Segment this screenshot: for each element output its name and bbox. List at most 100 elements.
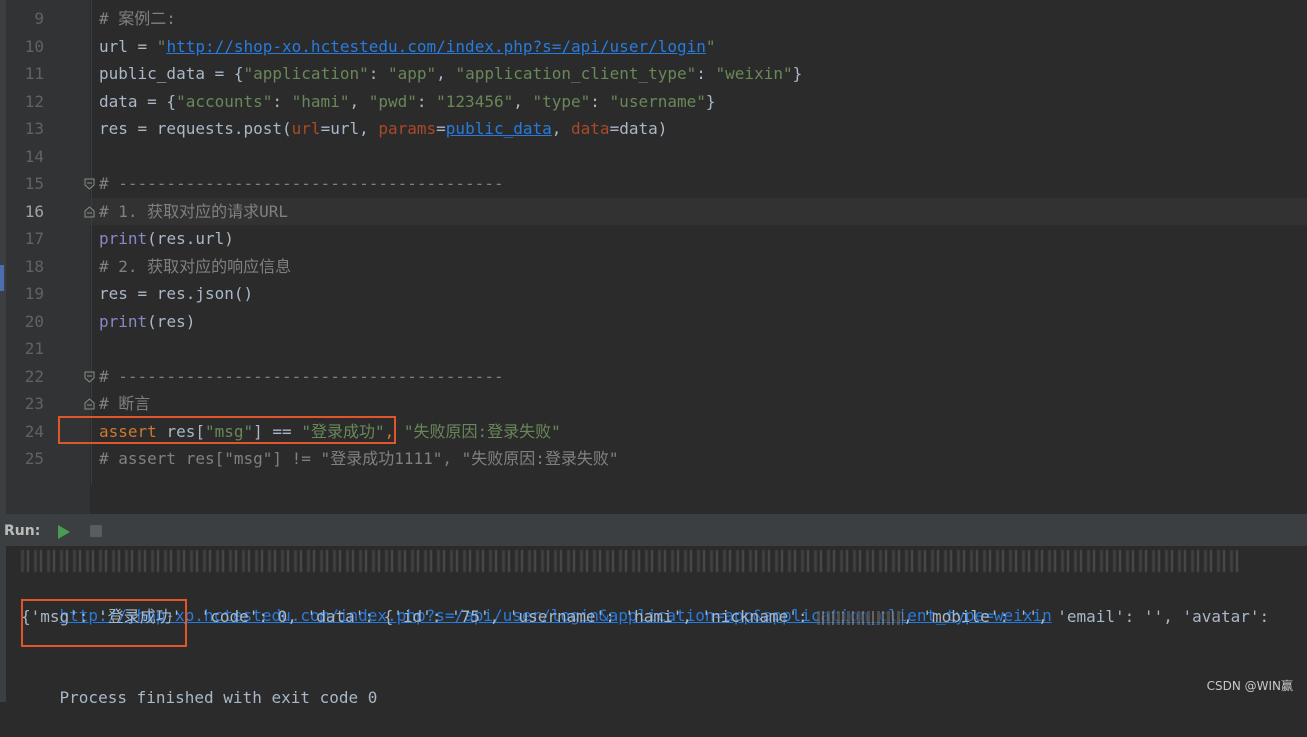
code-token: " bbox=[705, 36, 716, 56]
run-label: Run: bbox=[4, 523, 41, 539]
code-token: # --------------------------------------… bbox=[99, 174, 504, 193]
code-token[interactable]: public_data bbox=[446, 119, 552, 138]
code-token: data bbox=[571, 119, 610, 138]
csdn-watermark: CSDN @WIN赢 bbox=[1206, 679, 1293, 693]
code-token: : bbox=[416, 91, 437, 111]
line-number: 10 bbox=[24, 36, 44, 56]
code-token: (res) bbox=[147, 311, 196, 331]
code-line[interactable]: # 案例二: bbox=[99, 5, 176, 33]
line-number: 16 bbox=[24, 201, 44, 221]
code-token: params bbox=[378, 119, 437, 138]
stop-icon[interactable] bbox=[90, 525, 102, 537]
code-token: "pwd" bbox=[368, 91, 417, 111]
code-token: : bbox=[368, 64, 388, 83]
console-gutter bbox=[0, 546, 6, 702]
code-token: "application" bbox=[243, 64, 369, 83]
code-token: , bbox=[513, 91, 533, 111]
code-line[interactable]: # --------------------------------------… bbox=[99, 363, 504, 391]
code-token: =url, bbox=[320, 119, 379, 138]
line-number: 19 bbox=[24, 284, 44, 303]
code-token: "失败原因:登录失败" bbox=[403, 421, 561, 441]
code-token: " bbox=[156, 36, 167, 56]
code-line[interactable]: # 2. 获取对应的响应信息 bbox=[99, 253, 291, 281]
code-line[interactable]: public_data = {"application": "app", "ap… bbox=[99, 60, 802, 88]
code-token: # 断言 bbox=[99, 394, 151, 413]
line-number: 20 bbox=[24, 311, 44, 331]
code-token: (res.url) bbox=[147, 229, 234, 248]
code-token: "application_client_type" bbox=[455, 64, 697, 83]
line-number: 17 bbox=[24, 229, 44, 248]
code-token: , bbox=[551, 119, 572, 138]
code-token: # 1. 获取对应的请求URL bbox=[99, 201, 289, 221]
code-token: # assert res["msg"] != "登录成功1111", "失败原因… bbox=[99, 449, 619, 468]
code-token: res = res.json() bbox=[99, 284, 254, 303]
code-token: : bbox=[590, 91, 610, 111]
code-token: "type" bbox=[532, 91, 591, 111]
code-token: "123456" bbox=[436, 91, 514, 111]
code-token: url = bbox=[99, 36, 157, 56]
play-icon[interactable] bbox=[56, 523, 72, 541]
line-number: 24 bbox=[24, 421, 44, 441]
code-token: # 2. 获取对应的响应信息 bbox=[99, 256, 292, 276]
code-token: print bbox=[99, 311, 148, 331]
line-number: 13 bbox=[24, 119, 44, 138]
code-token: "accounts" bbox=[176, 91, 273, 111]
code-line[interactable]: url = "http://shop-xo.hctestedu.com/inde… bbox=[99, 33, 716, 61]
console-json-tail: , 'mobile': '', 'email': '', 'avatar': bbox=[903, 607, 1270, 626]
fold-open-icon[interactable] bbox=[84, 178, 95, 190]
code-token: # 案例二: bbox=[99, 9, 176, 28]
redacted-command-line bbox=[21, 550, 1241, 572]
console-exit-line: Process finished with exit code 0 bbox=[21, 659, 378, 707]
code-token: data = { bbox=[99, 91, 177, 111]
run-toolbar: Run: bbox=[0, 518, 1307, 546]
fold-open-icon[interactable] bbox=[84, 371, 95, 383]
highlight-box-msg bbox=[21, 599, 187, 647]
code-token: : bbox=[272, 91, 292, 111]
code-line[interactable]: print(res.url) bbox=[99, 225, 234, 253]
code-line[interactable]: # 断言 bbox=[99, 390, 150, 418]
code-token: "app" bbox=[388, 64, 437, 83]
fold-close-icon[interactable] bbox=[84, 398, 95, 410]
console-json-body: , 'code': 0, 'data': {'id': '75', 'usern… bbox=[181, 607, 818, 626]
line-number: 23 bbox=[24, 394, 44, 413]
line-number: 15 bbox=[24, 174, 44, 193]
code-token: res = requests.post( bbox=[99, 119, 292, 138]
line-number: 12 bbox=[24, 91, 44, 111]
code-token: public_data = { bbox=[99, 64, 244, 83]
line-number: 21 bbox=[24, 339, 44, 358]
gutter-separator bbox=[91, 0, 92, 485]
fold-close-icon[interactable] bbox=[84, 205, 95, 218]
code-token: "username" bbox=[609, 91, 706, 111]
code-token: =data) bbox=[609, 119, 668, 138]
redacted-nickname bbox=[817, 610, 904, 625]
code-line[interactable]: res = res.json() bbox=[99, 280, 253, 308]
code-line[interactable]: res = requests.post(url=url, params=publ… bbox=[99, 115, 667, 143]
code-token: } bbox=[792, 64, 803, 83]
code-token: "weixin" bbox=[715, 64, 793, 83]
code-token: : bbox=[696, 64, 716, 83]
code-line[interactable]: # assert res["msg"] != "登录成功1111", "失败原因… bbox=[99, 445, 619, 473]
line-number: 9 bbox=[34, 9, 44, 28]
code-token: url bbox=[291, 119, 321, 138]
line-number: 18 bbox=[24, 256, 44, 276]
code-line[interactable]: print(res) bbox=[99, 308, 195, 336]
run-console[interactable]: http://shop-xo.hctestedu.com/index.php?s… bbox=[0, 546, 1307, 707]
line-number: 11 bbox=[24, 64, 44, 83]
exit-message: Process finished with exit code 0 bbox=[59, 688, 378, 707]
code-line[interactable]: data = {"accounts": "hami", "pwd": "1234… bbox=[99, 88, 716, 116]
highlight-box-assert bbox=[58, 416, 396, 444]
console-json-line: {'msg': '登录成功', 'code': 0, 'data': {'id'… bbox=[21, 604, 1269, 630]
code-token: # --------------------------------------… bbox=[99, 366, 504, 386]
line-number: 25 bbox=[24, 449, 44, 468]
code-token: } bbox=[705, 91, 716, 111]
code-token[interactable]: http://shop-xo.hctestedu.com/index.php?s… bbox=[166, 37, 705, 56]
code-editor[interactable]: 9 # 案例二: 10 url = "http://shop-xo.hctestedu… bbox=[0, 0, 1307, 514]
code-line[interactable]: # 1. 获取对应的请求URL bbox=[99, 198, 288, 226]
code-token: , bbox=[349, 91, 369, 111]
code-token: print bbox=[99, 229, 148, 248]
line-number: 14 bbox=[24, 146, 44, 166]
code-token: "hami" bbox=[291, 91, 350, 111]
code-line[interactable]: # --------------------------------------… bbox=[99, 170, 504, 198]
code-token: = bbox=[436, 119, 446, 138]
line-number: 22 bbox=[24, 366, 44, 386]
